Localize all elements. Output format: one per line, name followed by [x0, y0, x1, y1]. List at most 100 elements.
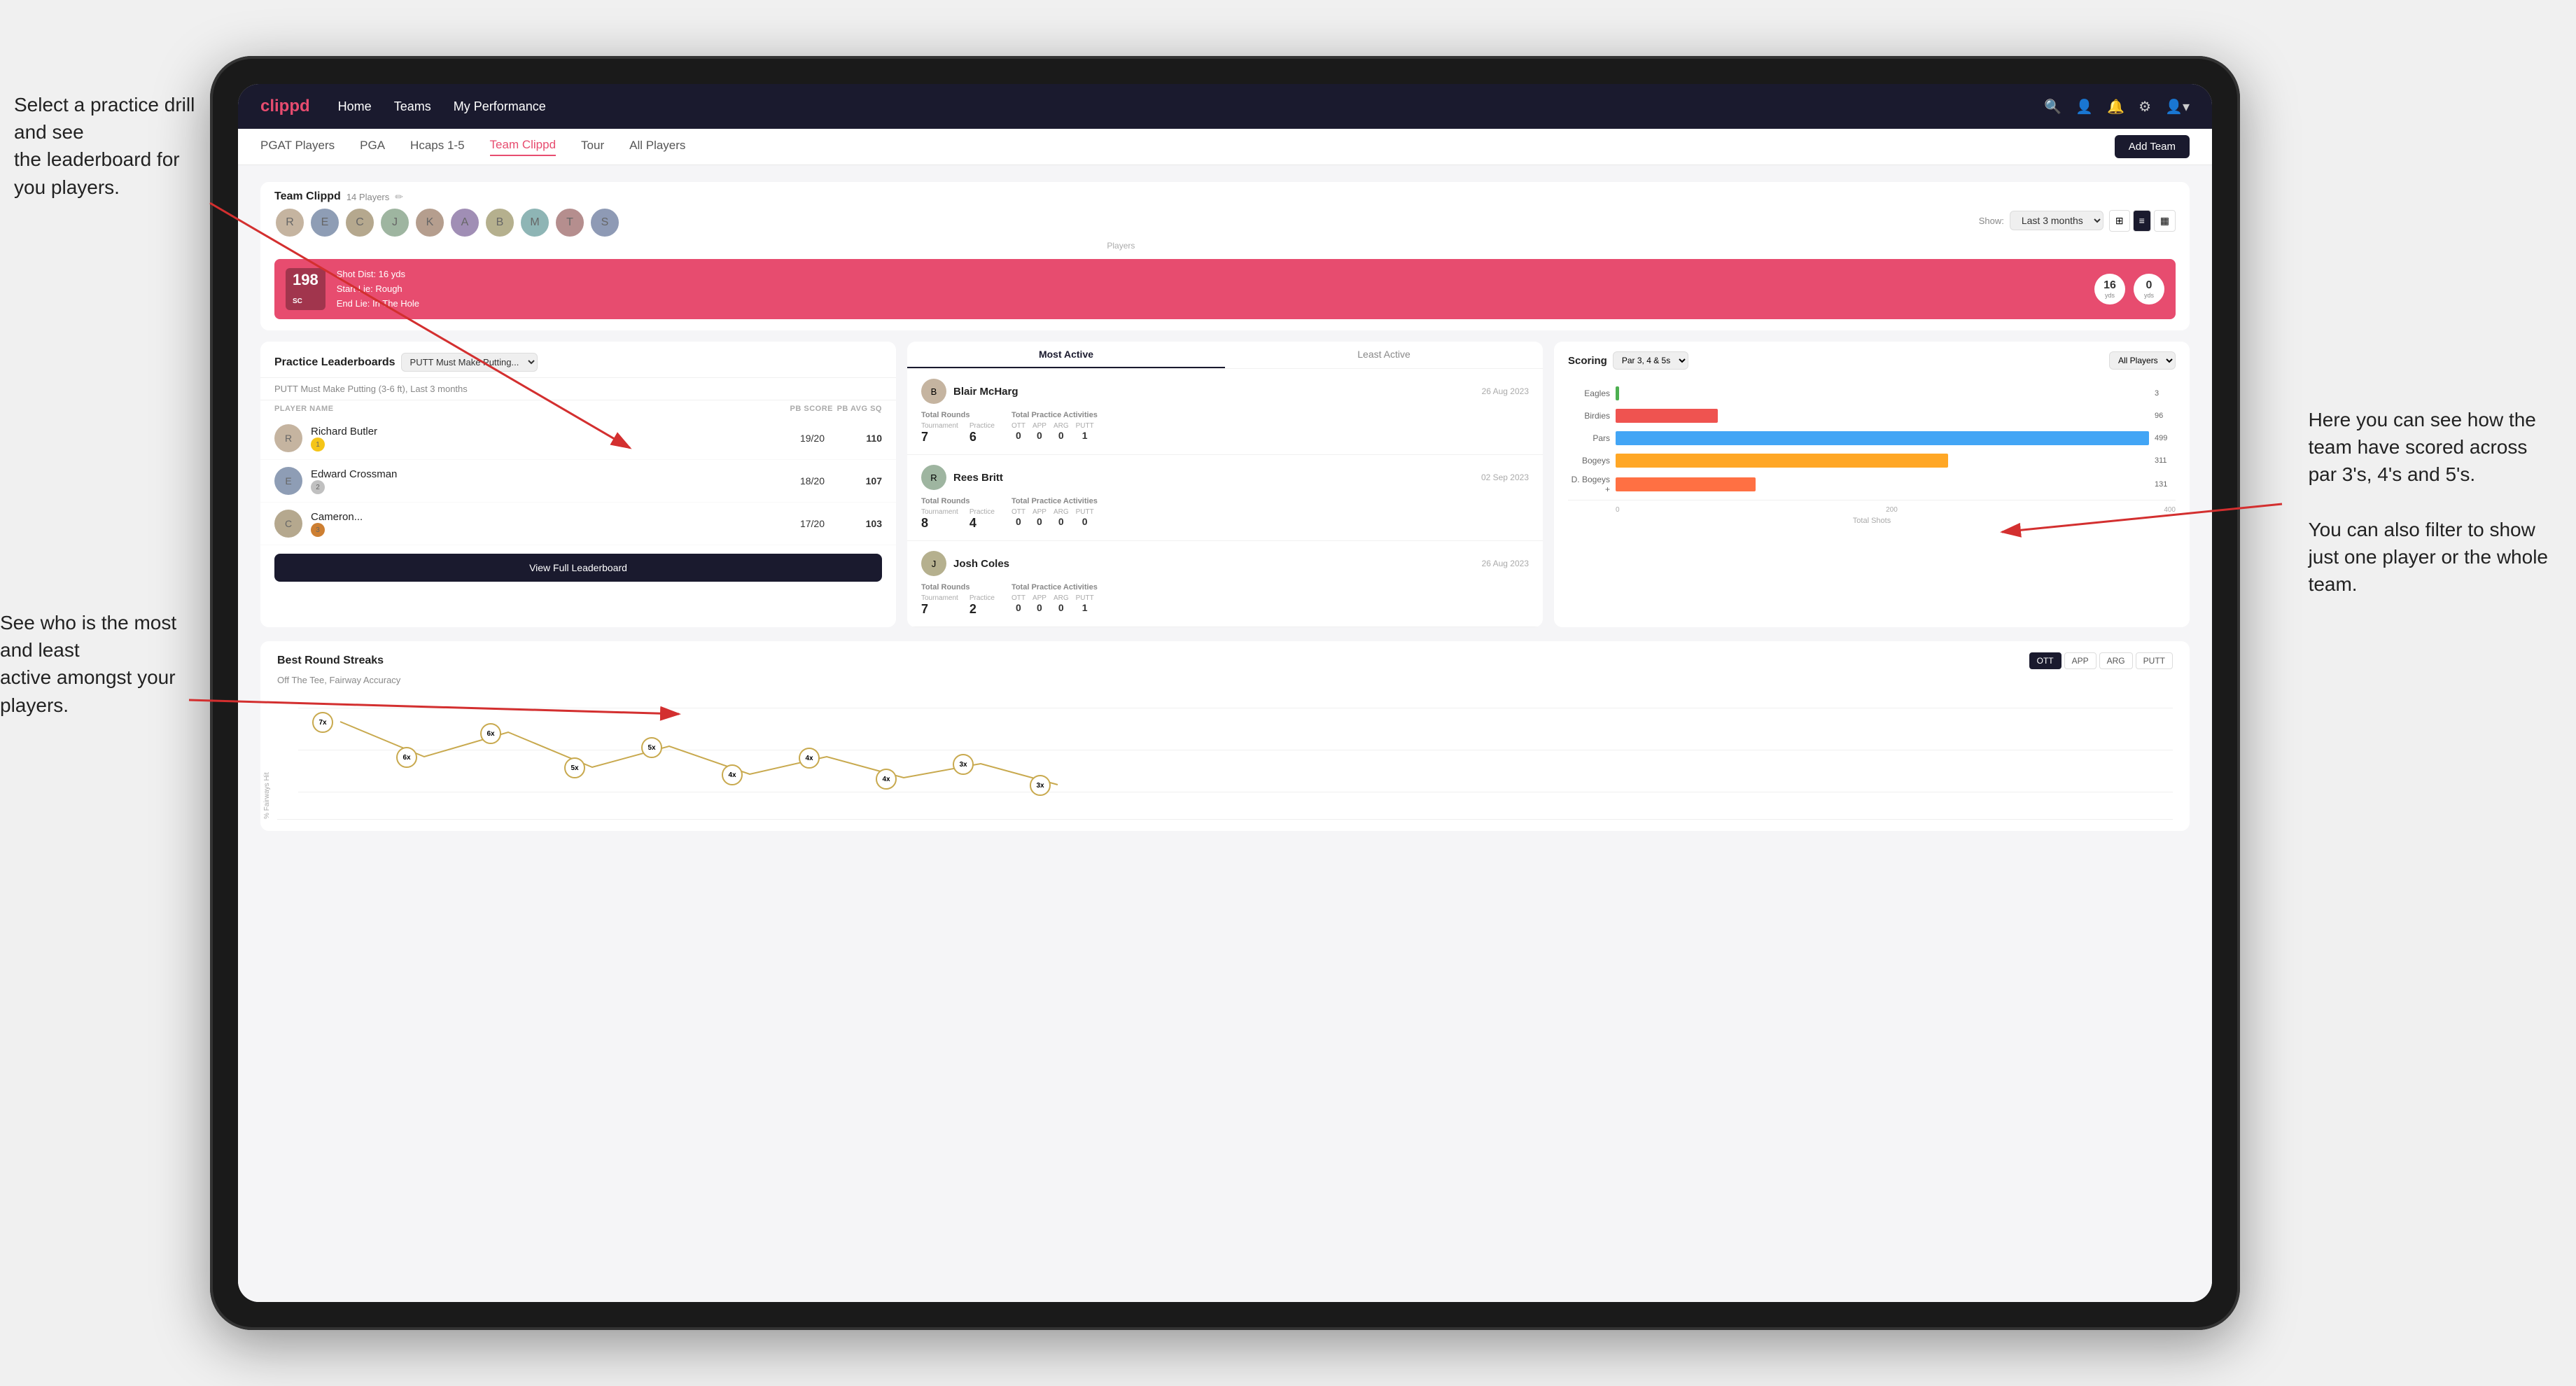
chart-bar-eagles [1616, 386, 1619, 400]
streaks-title: Best Round Streaks [277, 654, 2029, 667]
chart-label-bogeys: Bogeys [1568, 456, 1610, 465]
settings-icon[interactable]: ⚙ [2138, 98, 2151, 115]
chart-label-pars: Pars [1568, 433, 1610, 443]
chart-row-bogeys: Bogeys 311 [1568, 452, 2176, 469]
lb-player-name-2: Cameron... [311, 511, 767, 523]
sub-nav: PGAT Players PGA Hcaps 1-5 Team Clippd T… [238, 129, 2212, 165]
tab-most-active[interactable]: Most Active [907, 342, 1225, 368]
chart-x-axis: 0 200 400 [1568, 506, 2176, 514]
col-score: PB SCORE [784, 405, 833, 413]
search-icon[interactable]: 🔍 [2044, 98, 2062, 115]
annotation-left-bottom: See who is the most and leastactive amon… [0, 609, 196, 719]
chart-label-eagles: Eagles [1568, 388, 1610, 398]
bell-icon[interactable]: 🔔 [2107, 98, 2124, 115]
player-name-1: Rees Britt [953, 472, 1474, 484]
streaks-tab-putt[interactable]: PUTT [2136, 652, 2173, 669]
avatar-3: J [379, 207, 410, 238]
nav-icons: 🔍 👤 🔔 ⚙ 👤▾ [2044, 98, 2190, 115]
chart-row-birdies: Birdies 96 [1568, 407, 2176, 424]
sub-nav-pga[interactable]: PGA [360, 139, 385, 155]
player-card-2: J Josh Coles 26 Aug 2023 Total Rounds To… [907, 541, 1543, 627]
edit-team-icon[interactable]: ✏ [395, 191, 403, 203]
streaks-tab-arg[interactable]: ARG [2099, 652, 2133, 669]
chart-footer: Total Shots [1568, 517, 2176, 525]
show-label: Show: [1979, 216, 2004, 226]
player-avatar-2: J [921, 551, 946, 576]
lb-row-2: C Cameron... 3 17/20 103 [260, 503, 896, 545]
drill-select[interactable]: PUTT Must Make Putting... [401, 353, 538, 372]
col-avg: PB AVG SQ [833, 405, 882, 413]
streak-dot-7: 4x [876, 769, 897, 790]
player-avatar-0: B [921, 379, 946, 404]
nav-items: Home Teams My Performance [338, 99, 2017, 114]
team-section: Team Clippd 14 Players ✏ R E C J K A B [260, 182, 2190, 330]
lb-badge-1: 2 [311, 480, 325, 494]
scoring-filter-select[interactable]: Par 3, 4 & 5s Par 3s only Par 4s only Pa… [1613, 351, 1688, 370]
ipad-screen: clippd Home Teams My Performance 🔍 👤 🔔 ⚙… [238, 84, 2212, 1302]
player-card-0: B Blair McHarg 26 Aug 2023 Total Rounds … [907, 369, 1543, 455]
leaderboard-panel: Practice Leaderboards PUTT Must Make Put… [260, 342, 896, 627]
player-name-0: Blair McHarg [953, 386, 1475, 398]
score-badge: 198 SC [286, 268, 326, 310]
view-full-button[interactable]: View Full Leaderboard [274, 554, 882, 582]
chart-bar-area-bogeys [1616, 452, 2149, 469]
chart-bar-pars [1616, 431, 2149, 445]
chart-label-birdies: Birdies [1568, 411, 1610, 421]
score-circle-2: 0 yds [2134, 274, 2164, 304]
chart-label-dbogeys: D. Bogeys + [1568, 475, 1610, 494]
player-card-header-2: J Josh Coles 26 Aug 2023 [921, 551, 1529, 576]
lb-avg-0: 110 [833, 433, 882, 444]
avatar-1: E [309, 207, 340, 238]
nav-item-performance[interactable]: My Performance [454, 99, 546, 114]
nav-logo: clippd [260, 97, 310, 116]
avatar-icon[interactable]: 👤▾ [2165, 98, 2190, 115]
sub-nav-team[interactable]: Team Clippd [490, 138, 556, 156]
ipad-frame: clippd Home Teams My Performance 🔍 👤 🔔 ⚙… [210, 56, 2240, 1330]
streaks-y-label: % Fairways Hit [263, 773, 271, 820]
player-date-2: 26 Aug 2023 [1482, 559, 1529, 568]
sub-nav-all[interactable]: All Players [629, 139, 685, 155]
chart-val-pars: 499 [2155, 434, 2176, 442]
list-view-btn[interactable]: ≡ [2133, 210, 2151, 232]
tab-least-active[interactable]: Least Active [1225, 342, 1543, 368]
player-name-2: Josh Coles [953, 558, 1475, 570]
person-icon[interactable]: 👤 [2076, 98, 2093, 115]
nav-item-home[interactable]: Home [338, 99, 372, 114]
team-header: Team Clippd 14 Players ✏ R E C J K A B [260, 182, 2190, 259]
card-view-btn[interactable]: ▦ [2154, 210, 2176, 232]
streak-dot-8: 3x [953, 754, 974, 775]
show-period-select[interactable]: Last 3 months Last 6 months Last year [2010, 211, 2104, 230]
team-name: Team Clippd [274, 190, 341, 203]
avatar-5: A [449, 207, 480, 238]
score-info: Shot Dist: 16 yds Start Lie: Rough End L… [337, 267, 419, 311]
avatar-8: T [554, 207, 585, 238]
lb-name-area-2: Cameron... 3 [311, 511, 767, 538]
sub-nav-hcaps[interactable]: Hcaps 1-5 [410, 139, 464, 155]
streaks-tab-ott[interactable]: OTT [2029, 652, 2062, 669]
nav-item-teams[interactable]: Teams [394, 99, 431, 114]
player-filter-select[interactable]: All Players [2109, 351, 2176, 370]
lb-avatar-1: E [274, 467, 302, 495]
add-team-button[interactable]: Add Team [2115, 135, 2190, 158]
lb-score-0: 19/20 [776, 433, 825, 444]
lb-cols: PLAYER NAME PB SCORE PB AVG SQ [260, 400, 896, 417]
score-card: 198 SC Shot Dist: 16 yds Start Lie: Roug… [274, 259, 2176, 319]
avatar-0: R [274, 207, 305, 238]
lb-row-0: R Richard Butler 1 19/20 110 [260, 417, 896, 460]
streaks-line-svg [298, 694, 2173, 819]
scoring-chart: Eagles 3 Birdies 96 [1554, 379, 2190, 536]
chart-bar-area-pars [1616, 430, 2149, 447]
player-date-1: 02 Sep 2023 [1481, 472, 1529, 482]
player-card-header-0: B Blair McHarg 26 Aug 2023 [921, 379, 1529, 404]
grid-view-btn[interactable]: ⊞ [2109, 210, 2130, 232]
sub-nav-pgat[interactable]: PGAT Players [260, 139, 335, 155]
lb-name-area-0: Richard Butler 1 [311, 426, 767, 452]
lb-score-2: 17/20 [776, 518, 825, 529]
streaks-panel: Best Round Streaks OTT APP ARG PUTT Off … [260, 641, 2190, 831]
sub-nav-tour[interactable]: Tour [581, 139, 604, 155]
streaks-tab-app[interactable]: APP [2064, 652, 2096, 669]
streaks-subtitle: Off The Tee, Fairway Accuracy [277, 675, 2173, 685]
chart-val-dbogeys: 131 [2155, 480, 2176, 489]
col-name: PLAYER NAME [274, 405, 784, 413]
lb-badge-0: 1 [311, 438, 325, 451]
